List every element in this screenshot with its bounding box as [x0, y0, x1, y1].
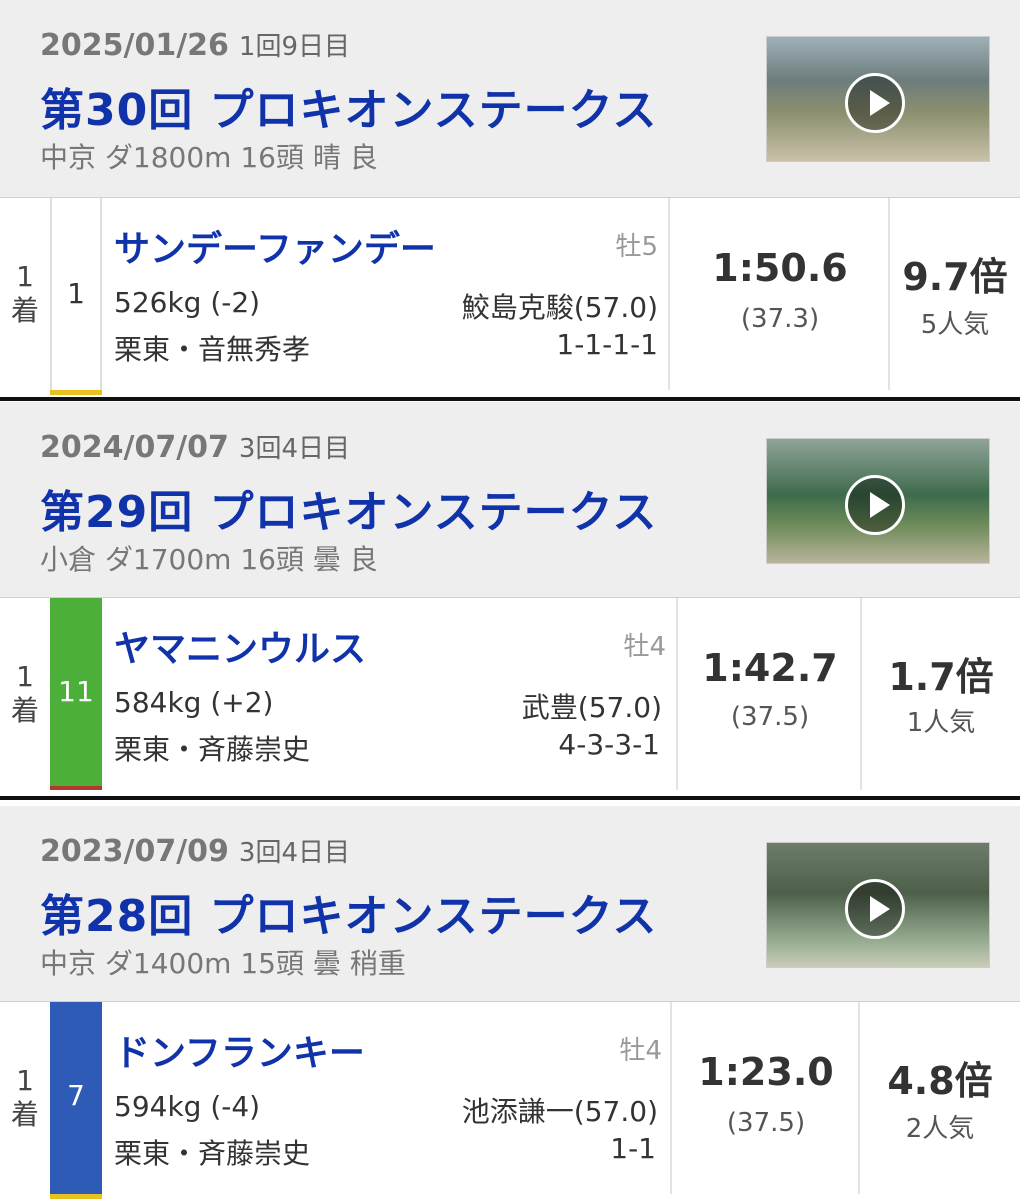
horse-name[interactable]: ヤマニンウルス [114, 620, 366, 672]
finish-time: 1:42.7 [702, 646, 838, 690]
race-header[interactable]: 2023/07/09 3回4日目 第28回 プロキオンステークス 中京 ダ1400… [0, 806, 1020, 1002]
win-odds: 4.8倍 [887, 1059, 993, 1103]
video-thumbnail[interactable] [766, 842, 990, 968]
race-date-line: 2025/01/26 1回9日目 [40, 26, 350, 63]
divider [668, 198, 670, 390]
play-icon[interactable] [845, 73, 905, 133]
result-row[interactable]: 1 着 7 ドンフランキー 牡4 594kg (-4) 池添謙一(57.0) 栗… [0, 1002, 1020, 1200]
finish-number: 1 [16, 1064, 34, 1097]
corner-positions: 1-1-1-1 [556, 328, 658, 361]
gate-color-strip [50, 1194, 102, 1199]
race-date: 2025/01/26 [40, 28, 229, 63]
race-title[interactable]: 第30回 プロキオンステークス [40, 74, 657, 138]
finish-position: 1 着 [0, 1064, 50, 1132]
race-meeting-day: 3回4日目 [238, 434, 350, 464]
race-info: 小倉 ダ1700m 16頭 曇 良 [40, 543, 378, 576]
jockey[interactable]: 鮫島克駿(57.0) [462, 286, 658, 326]
last-3f-time: (37.5) [730, 702, 810, 732]
section-separator [0, 796, 1020, 800]
race-info: 中京 ダ1800m 16頭 晴 良 [40, 141, 378, 174]
finish-suffix: 着 [10, 1098, 39, 1131]
race-title[interactable]: 第28回 プロキオンステークス [40, 880, 657, 944]
last-3f-time: (37.5) [726, 1108, 806, 1138]
race-title[interactable]: 第29回 プロキオンステークス [40, 476, 657, 540]
result-row[interactable]: 1 着 1 サンデーファンデー 牡5 526kg (-2) 鮫島克駿(57.0)… [0, 198, 1020, 398]
last-3f-time: (37.3) [740, 304, 820, 334]
finish-time: 1:23.0 [698, 1050, 834, 1094]
trainer: 栗東・斉藤崇史 [114, 733, 311, 766]
horse-name[interactable]: ドンフランキー [114, 1024, 365, 1076]
corner-positions: 4-3-3-1 [558, 728, 660, 761]
race-info: 中京 ダ1400m 15頭 曇 稍重 [40, 947, 406, 980]
horse-weight: 594kg (-4) [114, 1090, 261, 1123]
finish-suffix: 着 [10, 294, 39, 327]
divider [670, 1002, 672, 1194]
win-odds: 9.7倍 [902, 255, 1008, 299]
race-panel-2024: 2024/07/07 3回4日目 第29回 プロキオンステークス 小倉 ダ1700… [0, 402, 1020, 796]
play-icon[interactable] [845, 475, 905, 535]
finish-number: 1 [16, 260, 34, 293]
race-date-line: 2023/07/09 3回4日目 [40, 832, 350, 869]
finish-position: 1 着 [0, 660, 50, 728]
popularity: 2人気 [905, 1114, 975, 1144]
race-date: 2024/07/07 [40, 430, 229, 465]
horse-weight: 584kg (+2) [114, 686, 274, 719]
race-date: 2023/07/09 [40, 834, 229, 869]
finish-suffix: 着 [10, 694, 39, 727]
gate-number: 1 [50, 198, 102, 390]
race-date-line: 2024/07/07 3回4日目 [40, 428, 350, 465]
race-meeting-day: 1回9日目 [238, 32, 350, 62]
play-icon[interactable] [845, 879, 905, 939]
race-header[interactable]: 2024/07/07 3回4日目 第29回 プロキオンステークス 小倉 ダ1700… [0, 402, 1020, 598]
popularity: 5人気 [920, 310, 990, 340]
popularity: 1人気 [906, 708, 976, 738]
race-panel-2023: 2023/07/09 3回4日目 第28回 プロキオンステークス 中京 ダ1400… [0, 806, 1020, 1200]
race-header[interactable]: 2025/01/26 1回9日目 第30回 プロキオンステークス 中京 ダ1800… [0, 0, 1020, 198]
video-thumbnail[interactable] [766, 36, 990, 162]
race-panel-2025: 2025/01/26 1回9日目 第30回 プロキオンステークス 中京 ダ1800… [0, 0, 1020, 398]
race-meeting-day: 3回4日目 [238, 838, 350, 868]
gate-color-strip [50, 390, 102, 395]
sex-age: 牡5 [615, 232, 658, 262]
jockey[interactable]: 池添謙一(57.0) [462, 1090, 658, 1130]
horse-name[interactable]: サンデーファンデー [114, 220, 436, 272]
finish-position: 1 着 [0, 260, 50, 328]
divider [676, 598, 678, 790]
gate-color-strip [50, 786, 102, 790]
video-thumbnail[interactable] [766, 438, 990, 564]
win-odds: 1.7倍 [888, 655, 994, 699]
corner-positions: 1-1 [610, 1132, 656, 1165]
gate-number: 11 [50, 598, 102, 790]
horse-weight: 526kg (-2) [114, 286, 261, 319]
finish-time: 1:50.6 [712, 246, 848, 290]
trainer: 栗東・斉藤崇史 [114, 1137, 311, 1170]
trainer: 栗東・音無秀孝 [114, 333, 311, 366]
finish-number: 1 [16, 660, 34, 693]
gate-number: 7 [50, 1002, 102, 1194]
section-separator [0, 397, 1020, 401]
result-row[interactable]: 1 着 11 ヤマニンウルス 牡4 584kg (+2) 武豊(57.0) 栗東… [0, 598, 1020, 796]
jockey[interactable]: 武豊(57.0) [522, 686, 662, 726]
